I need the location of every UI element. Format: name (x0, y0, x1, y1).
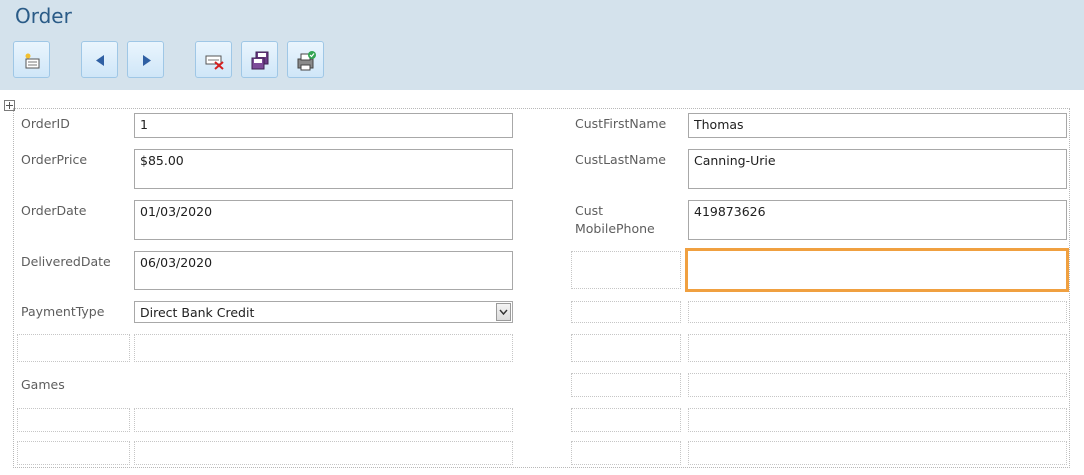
empty-cell (571, 251, 681, 289)
arrow-left-icon (96, 55, 104, 66)
order-date-field[interactable]: 01/03/2020 (134, 200, 513, 240)
cust-first-name-label: CustFirstName (575, 116, 667, 131)
empty-cell (17, 441, 130, 465)
empty-cell (571, 408, 681, 432)
arrow-right-icon (143, 55, 151, 66)
cust-mobile-phone-label-line1: Cust (575, 203, 604, 218)
cust-last-name-field[interactable]: Canning-Urie (688, 149, 1067, 189)
save-record-button[interactable] (241, 41, 278, 78)
new-record-button[interactable] (13, 41, 50, 78)
save-icon (251, 51, 269, 70)
delete-record-icon (205, 55, 224, 70)
chevron-down-icon (499, 309, 508, 316)
empty-cell (688, 334, 1067, 362)
cust-mobile-phone-label-line2: MobilePhone (575, 221, 655, 236)
delivered-date-field[interactable]: 06/03/2020 (134, 251, 513, 290)
order-price-field[interactable]: $85.00 (134, 149, 513, 189)
print-record-button[interactable] (287, 41, 324, 78)
empty-cell (17, 408, 130, 432)
payment-type-select[interactable]: Direct Bank Credit (134, 301, 513, 323)
selected-empty-cell[interactable] (685, 248, 1069, 292)
order-id-label: OrderID (21, 116, 70, 131)
empty-cell (571, 301, 681, 323)
payment-type-value: Direct Bank Credit (140, 305, 255, 320)
empty-cell (571, 441, 681, 465)
empty-cell (571, 334, 681, 362)
cust-mobile-phone-label: Cust MobilePhone (575, 202, 655, 238)
empty-cell (688, 441, 1067, 465)
empty-cell (134, 408, 513, 432)
delivered-date-label: DeliveredDate (21, 254, 111, 269)
order-date-label: OrderDate (21, 203, 87, 218)
form-title: Order (15, 4, 72, 28)
empty-cell (688, 301, 1067, 323)
cust-last-name-label: CustLastName (575, 152, 666, 167)
empty-cell (17, 334, 130, 362)
dropdown-button[interactable] (496, 303, 511, 321)
games-label: Games (21, 377, 65, 392)
delete-record-button[interactable] (195, 41, 232, 78)
empty-cell (688, 408, 1067, 432)
print-icon (297, 51, 316, 71)
next-record-button[interactable] (127, 41, 164, 78)
new-record-icon (25, 53, 40, 69)
empty-cell (134, 334, 513, 362)
empty-cell (688, 373, 1067, 397)
empty-cell (134, 441, 513, 465)
cust-mobile-phone-field[interactable]: 419873626 (688, 200, 1067, 240)
empty-cell (571, 373, 681, 397)
order-price-label: OrderPrice (21, 152, 88, 167)
cust-first-name-field[interactable]: Thomas (688, 113, 1067, 138)
payment-type-label: PaymentType (21, 304, 105, 319)
form-header: Order (0, 0, 1084, 90)
previous-record-button[interactable] (81, 41, 118, 78)
order-id-field[interactable]: 1 (134, 113, 513, 138)
